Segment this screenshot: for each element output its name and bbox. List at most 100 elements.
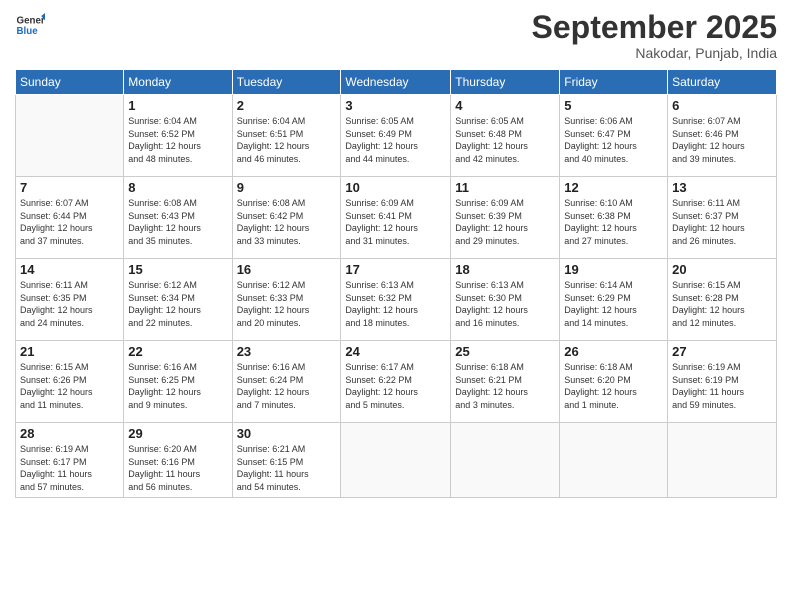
svg-text:General: General xyxy=(17,16,46,27)
day-number: 18 xyxy=(455,262,555,277)
calendar-cell xyxy=(560,423,668,497)
calendar-cell: 17 Sunrise: 6:13 AM Sunset: 6:32 PM Dayli… xyxy=(341,259,451,341)
calendar-cell: 29 Sunrise: 6:20 AM Sunset: 6:16 PM Dayli… xyxy=(124,423,232,497)
day-info: Sunrise: 6:16 AM Sunset: 6:24 PM Dayligh… xyxy=(237,361,337,411)
calendar-cell: 9Sunrise: 6:08 AM Sunset: 6:42 PM Daylig… xyxy=(232,177,341,259)
calendar-cell xyxy=(668,423,777,497)
calendar-cell: 23 Sunrise: 6:16 AM Sunset: 6:24 PM Dayli… xyxy=(232,341,341,423)
header: General Blue September 2025 Nakodar, Pun… xyxy=(15,10,777,61)
calendar-cell: 3 Sunrise: 6:05 AM Sunset: 6:49 PM Daylig… xyxy=(341,95,451,177)
calendar-week-row: 28 Sunrise: 6:19 AM Sunset: 6:17 PM Dayli… xyxy=(16,423,777,497)
calendar-cell: 28 Sunrise: 6:19 AM Sunset: 6:17 PM Dayli… xyxy=(16,423,124,497)
calendar-cell: 1 Sunrise: 6:04 AM Sunset: 6:52 PM Daylig… xyxy=(124,95,232,177)
day-number: 13 xyxy=(672,180,772,195)
day-info: Sunrise: 6:11 AM Sunset: 6:37 PM Dayligh… xyxy=(672,197,772,247)
day-number: 6 xyxy=(672,98,772,113)
day-info: Sunrise: 6:12 AM Sunset: 6:33 PM Dayligh… xyxy=(237,279,337,329)
svg-text:Blue: Blue xyxy=(17,26,39,37)
calendar-cell: 12 Sunrise: 6:10 AM Sunset: 6:38 PM Dayli… xyxy=(560,177,668,259)
calendar-cell: 30Sunrise: 6:21 AM Sunset: 6:15 PM Dayli… xyxy=(232,423,341,497)
day-info: Sunrise: 6:18 AM Sunset: 6:20 PM Dayligh… xyxy=(564,361,663,411)
day-number: 23 xyxy=(237,344,337,359)
day-number: 1 xyxy=(128,98,227,113)
calendar-cell: 18 Sunrise: 6:13 AM Sunset: 6:30 PM Dayli… xyxy=(451,259,560,341)
logo: General Blue xyxy=(15,10,45,40)
location: Nakodar, Punjab, India xyxy=(532,45,777,61)
day-info: Sunrise: 6:13 AM Sunset: 6:30 PM Dayligh… xyxy=(455,279,555,329)
title-block: September 2025 Nakodar, Punjab, India xyxy=(532,10,777,61)
day-info: Sunrise: 6:04 AM Sunset: 6:52 PM Dayligh… xyxy=(128,115,227,165)
day-number: 24 xyxy=(345,344,446,359)
day-number: 5 xyxy=(564,98,663,113)
col-saturday: Saturday xyxy=(668,70,777,95)
day-number: 8 xyxy=(128,180,227,195)
day-number: 4 xyxy=(455,98,555,113)
day-info: Sunrise: 6:10 AM Sunset: 6:38 PM Dayligh… xyxy=(564,197,663,247)
day-info: Sunrise: 6:07 AM Sunset: 6:44 PM Dayligh… xyxy=(20,197,119,247)
day-number: 2 xyxy=(237,98,337,113)
day-number: 25 xyxy=(455,344,555,359)
day-info: Sunrise: 6:19 AM Sunset: 6:19 PM Dayligh… xyxy=(672,361,772,411)
day-info: Sunrise: 6:15 AM Sunset: 6:26 PM Dayligh… xyxy=(20,361,119,411)
day-info: Sunrise: 6:08 AM Sunset: 6:43 PM Dayligh… xyxy=(128,197,227,247)
calendar-cell xyxy=(341,423,451,497)
calendar-cell: 19Sunrise: 6:14 AM Sunset: 6:29 PM Dayli… xyxy=(560,259,668,341)
calendar-cell: 27 Sunrise: 6:19 AM Sunset: 6:19 PM Dayli… xyxy=(668,341,777,423)
day-number: 29 xyxy=(128,426,227,441)
day-number: 21 xyxy=(20,344,119,359)
day-info: Sunrise: 6:09 AM Sunset: 6:41 PM Dayligh… xyxy=(345,197,446,247)
day-info: Sunrise: 6:19 AM Sunset: 6:17 PM Dayligh… xyxy=(20,443,119,493)
col-wednesday: Wednesday xyxy=(341,70,451,95)
calendar-cell xyxy=(16,95,124,177)
day-number: 17 xyxy=(345,262,446,277)
day-info: Sunrise: 6:07 AM Sunset: 6:46 PM Dayligh… xyxy=(672,115,772,165)
day-number: 3 xyxy=(345,98,446,113)
day-number: 12 xyxy=(564,180,663,195)
day-number: 27 xyxy=(672,344,772,359)
calendar-cell: 26Sunrise: 6:18 AM Sunset: 6:20 PM Dayli… xyxy=(560,341,668,423)
day-number: 10 xyxy=(345,180,446,195)
col-monday: Monday xyxy=(124,70,232,95)
calendar-header-row: Sunday Monday Tuesday Wednesday Thursday… xyxy=(16,70,777,95)
calendar-cell: 8 Sunrise: 6:08 AM Sunset: 6:43 PM Daylig… xyxy=(124,177,232,259)
col-friday: Friday xyxy=(560,70,668,95)
day-info: Sunrise: 6:18 AM Sunset: 6:21 PM Dayligh… xyxy=(455,361,555,411)
day-info: Sunrise: 6:09 AM Sunset: 6:39 PM Dayligh… xyxy=(455,197,555,247)
calendar-cell: 4 Sunrise: 6:05 AM Sunset: 6:48 PM Daylig… xyxy=(451,95,560,177)
day-number: 19 xyxy=(564,262,663,277)
calendar-cell: 21 Sunrise: 6:15 AM Sunset: 6:26 PM Dayli… xyxy=(16,341,124,423)
calendar-cell: 6 Sunrise: 6:07 AM Sunset: 6:46 PM Daylig… xyxy=(668,95,777,177)
day-number: 22 xyxy=(128,344,227,359)
calendar-week-row: 21 Sunrise: 6:15 AM Sunset: 6:26 PM Dayli… xyxy=(16,341,777,423)
day-number: 14 xyxy=(20,262,119,277)
calendar-cell: 15 Sunrise: 6:12 AM Sunset: 6:34 PM Dayli… xyxy=(124,259,232,341)
day-info: Sunrise: 6:04 AM Sunset: 6:51 PM Dayligh… xyxy=(237,115,337,165)
day-number: 30 xyxy=(237,426,337,441)
calendar-cell: 2 Sunrise: 6:04 AM Sunset: 6:51 PM Daylig… xyxy=(232,95,341,177)
calendar-cell: 10 Sunrise: 6:09 AM Sunset: 6:41 PM Dayli… xyxy=(341,177,451,259)
day-info: Sunrise: 6:20 AM Sunset: 6:16 PM Dayligh… xyxy=(128,443,227,493)
calendar-cell: 24 Sunrise: 6:17 AM Sunset: 6:22 PM Dayli… xyxy=(341,341,451,423)
day-info: Sunrise: 6:05 AM Sunset: 6:48 PM Dayligh… xyxy=(455,115,555,165)
col-tuesday: Tuesday xyxy=(232,70,341,95)
col-thursday: Thursday xyxy=(451,70,560,95)
day-number: 15 xyxy=(128,262,227,277)
day-info: Sunrise: 6:05 AM Sunset: 6:49 PM Dayligh… xyxy=(345,115,446,165)
day-info: Sunrise: 6:13 AM Sunset: 6:32 PM Dayligh… xyxy=(345,279,446,329)
day-number: 11 xyxy=(455,180,555,195)
calendar-week-row: 7Sunrise: 6:07 AM Sunset: 6:44 PM Daylig… xyxy=(16,177,777,259)
day-number: 20 xyxy=(672,262,772,277)
day-info: Sunrise: 6:17 AM Sunset: 6:22 PM Dayligh… xyxy=(345,361,446,411)
calendar-cell: 7Sunrise: 6:07 AM Sunset: 6:44 PM Daylig… xyxy=(16,177,124,259)
day-info: Sunrise: 6:06 AM Sunset: 6:47 PM Dayligh… xyxy=(564,115,663,165)
day-number: 28 xyxy=(20,426,119,441)
day-info: Sunrise: 6:11 AM Sunset: 6:35 PM Dayligh… xyxy=(20,279,119,329)
calendar-cell xyxy=(451,423,560,497)
calendar-table: Sunday Monday Tuesday Wednesday Thursday… xyxy=(15,69,777,497)
day-info: Sunrise: 6:15 AM Sunset: 6:28 PM Dayligh… xyxy=(672,279,772,329)
calendar-cell: 16Sunrise: 6:12 AM Sunset: 6:33 PM Dayli… xyxy=(232,259,341,341)
day-info: Sunrise: 6:12 AM Sunset: 6:34 PM Dayligh… xyxy=(128,279,227,329)
calendar-cell: 11 Sunrise: 6:09 AM Sunset: 6:39 PM Dayli… xyxy=(451,177,560,259)
calendar-cell: 13 Sunrise: 6:11 AM Sunset: 6:37 PM Dayli… xyxy=(668,177,777,259)
col-sunday: Sunday xyxy=(16,70,124,95)
